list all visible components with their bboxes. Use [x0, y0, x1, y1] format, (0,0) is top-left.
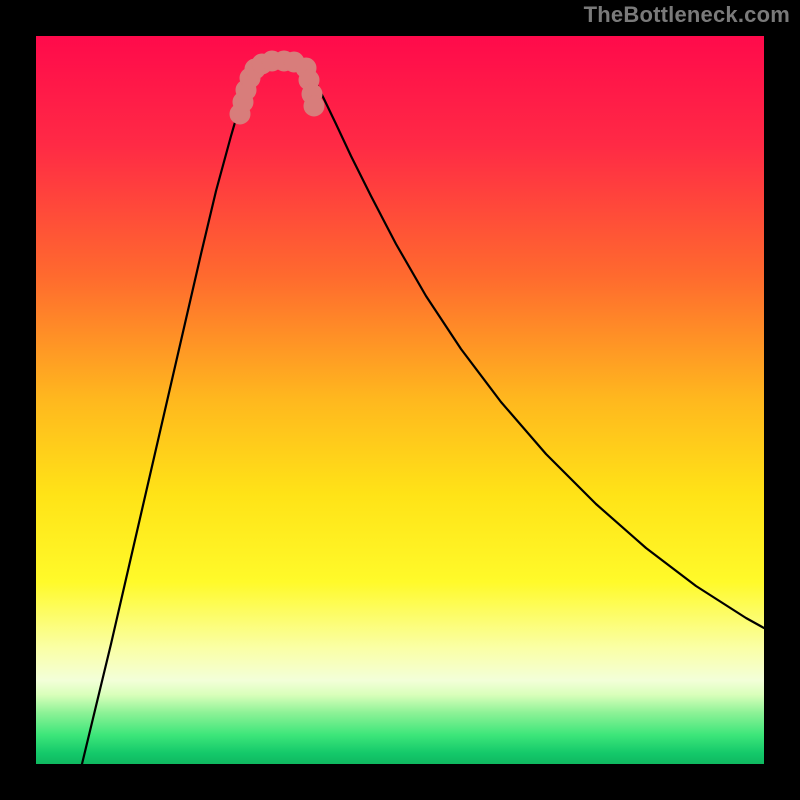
gradient-background [36, 36, 764, 764]
plot-area [36, 36, 764, 764]
chart-frame: TheBottleneck.com [0, 0, 800, 800]
marker-dot [304, 96, 324, 116]
chart-svg [36, 36, 764, 764]
watermark-text: TheBottleneck.com [584, 2, 790, 28]
